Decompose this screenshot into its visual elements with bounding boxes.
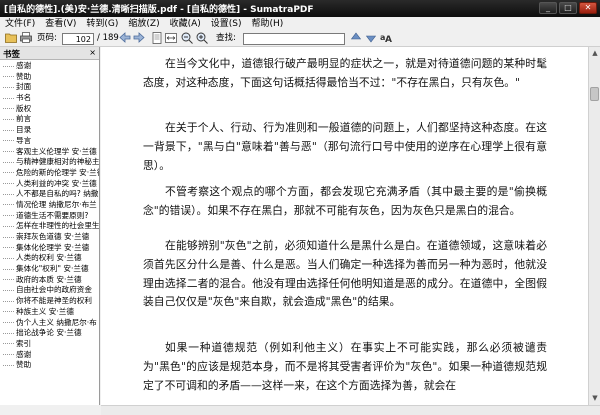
paragraph: 如果一种道德规范（例如利他主义）在事实上不可能实践，那么必须被谴责为"黑色"的应… — [143, 341, 547, 392]
bookmark-item[interactable]: 人类的权利 安·兰德 — [0, 253, 99, 264]
close-button[interactable]: ✕ — [579, 2, 597, 14]
paragraph: 在能够辨别"灰色"之前，必须知道什么是黑什么是白。在道德领域，这意味着必须首先区… — [143, 239, 547, 309]
bookmark-item[interactable]: 人类利益的冲突 安·兰德 — [0, 179, 99, 190]
bookmark-item[interactable]: 目录 — [0, 125, 99, 136]
bookmark-item[interactable]: 怎样在非理性的社会里生 — [0, 221, 99, 232]
title-bar: [自私的德性].(美)安·兰德.清晰扫描版.pdf - [自私的德性] - Su… — [0, 0, 600, 17]
sidebar-header: 书签 × — [0, 47, 99, 60]
fit-width-icon[interactable] — [164, 32, 177, 45]
document-view[interactable]: 在当今文化中，道德银行破产最明显的症状之一，就是对待道德问题的某种时髦态度，对这… — [101, 47, 588, 405]
sidebar-close-icon[interactable]: × — [89, 48, 96, 57]
scroll-down-icon[interactable]: ▼ — [590, 393, 600, 403]
bookmark-item[interactable]: 伪个人主义 纳撒尼尔·布 — [0, 318, 99, 329]
bookmark-item[interactable]: 导言 — [0, 136, 99, 147]
open-icon[interactable] — [4, 32, 17, 45]
bookmark-item[interactable]: 情况伦理 纳撒尼尔·布兰 — [0, 200, 99, 211]
bookmark-list: 感谢 赞助 封面 书名 版权 前言 目录 导言 客观主义伦理学 安·兰德 与精神… — [0, 61, 99, 405]
scroll-up-icon[interactable]: ▲ — [590, 48, 600, 58]
bookmark-item[interactable]: 政府的本质 安·兰德 — [0, 275, 99, 286]
bookmark-item[interactable]: 崇拜灰色道德 安·兰德 — [0, 232, 99, 243]
menu-zoom[interactable]: 缩放(Z) — [123, 17, 164, 31]
match-case-icon[interactable]: aA — [380, 32, 393, 45]
page-total: / 189 — [97, 33, 119, 43]
bookmark-item[interactable]: 客观主义伦理学 安·兰德 — [0, 147, 99, 158]
bookmark-item[interactable]: 前言 — [0, 114, 99, 125]
find-next-icon[interactable] — [364, 32, 377, 45]
menu-help[interactable]: 帮助(H) — [247, 17, 289, 31]
bookmark-item[interactable]: 封面 — [0, 82, 99, 93]
bookmark-item[interactable]: 与精神健康相对的神秘主义 — [0, 157, 99, 168]
bookmark-item[interactable]: 版权 — [0, 104, 99, 115]
menu-bar: 文件(F) 查看(V) 转到(G) 缩放(Z) 收藏(A) 设置(S) 帮助(H… — [0, 17, 600, 31]
sidebar-title: 书签 — [3, 50, 21, 60]
bookmark-item[interactable]: 集体化"权利" 安·兰德 — [0, 264, 99, 275]
menu-view[interactable]: 查看(V) — [40, 17, 81, 31]
bookmark-item[interactable]: 人不都是自私的吗? 纳撒 — [0, 189, 99, 200]
menu-goto[interactable]: 转到(G) — [81, 17, 123, 31]
bookmark-item[interactable]: 你将不能是神圣的权利 — [0, 296, 99, 307]
toolbar: 页码: / 189 查找: aA — [0, 31, 600, 47]
print-icon[interactable] — [19, 32, 32, 45]
svg-text:A: A — [385, 35, 392, 43]
zoom-in-icon[interactable] — [195, 32, 208, 45]
minimize-button[interactable]: _ — [539, 2, 557, 14]
bookmark-item[interactable]: 书名 — [0, 93, 99, 104]
bookmark-item[interactable]: 赞助 — [0, 360, 99, 371]
window-title: [自私的德性].(美)安·兰德.清晰扫描版.pdf - [自私的德性] - Su… — [4, 5, 314, 15]
fit-page-icon[interactable] — [150, 32, 163, 45]
window-controls: _ □ ✕ — [539, 2, 597, 14]
horizontal-scrollbar[interactable] — [101, 405, 600, 415]
paragraph: 在当今文化中，道德银行破产最明显的症状之一，就是对待道德问题的某种时髦态度，对这… — [143, 57, 547, 89]
find-label: 查找: — [216, 33, 236, 43]
scroll-thumb[interactable] — [590, 87, 599, 101]
page-label: 页码: — [37, 33, 57, 43]
maximize-button[interactable]: □ — [559, 2, 577, 14]
bookmarks-sidebar: 书签 × 感谢 赞助 封面 书名 版权 前言 目录 导言 客观主义伦理学 安·兰… — [0, 47, 100, 405]
paragraph: 在关于个人、行动、行为准则和一般道德的问题上，人们都坚持这种态度。在这一背景下，… — [143, 121, 547, 172]
bookmark-item[interactable]: 拙论战争论 安·兰德 — [0, 328, 99, 339]
bookmark-item[interactable]: 索引 — [0, 339, 99, 350]
zoom-out-icon[interactable] — [180, 32, 193, 45]
find-prev-icon[interactable] — [349, 32, 362, 45]
bookmark-item[interactable]: 种族主义 安·兰德 — [0, 307, 99, 318]
bookmark-item[interactable]: 自由社会中的政府资金 — [0, 285, 99, 296]
menu-favorites[interactable]: 收藏(A) — [165, 17, 206, 31]
bookmark-item[interactable]: 危险的斯的伦理学 安·兰德 — [0, 168, 99, 179]
find-input[interactable] — [243, 33, 345, 45]
bookmark-item[interactable]: 道德生活不需要原则? — [0, 211, 99, 222]
next-page-icon[interactable] — [132, 32, 145, 45]
page-number-input[interactable] — [62, 33, 94, 45]
bookmark-item[interactable]: 赞助 — [0, 72, 99, 83]
bookmark-item[interactable]: 感谢 — [0, 350, 99, 361]
bookmark-item[interactable]: 感谢 — [0, 61, 99, 72]
menu-settings[interactable]: 设置(S) — [206, 17, 247, 31]
paragraph: 不管考察这个观点的哪个方面，都会发现它充满矛盾（其中最主要的是"偷换概念"的错误… — [143, 185, 547, 217]
bookmark-item[interactable]: 集体化伦理学 安·兰德 — [0, 243, 99, 254]
vertical-scrollbar[interactable]: ▲ ▼ — [588, 47, 600, 405]
menu-file[interactable]: 文件(F) — [0, 17, 40, 31]
prev-page-icon[interactable] — [118, 32, 131, 45]
